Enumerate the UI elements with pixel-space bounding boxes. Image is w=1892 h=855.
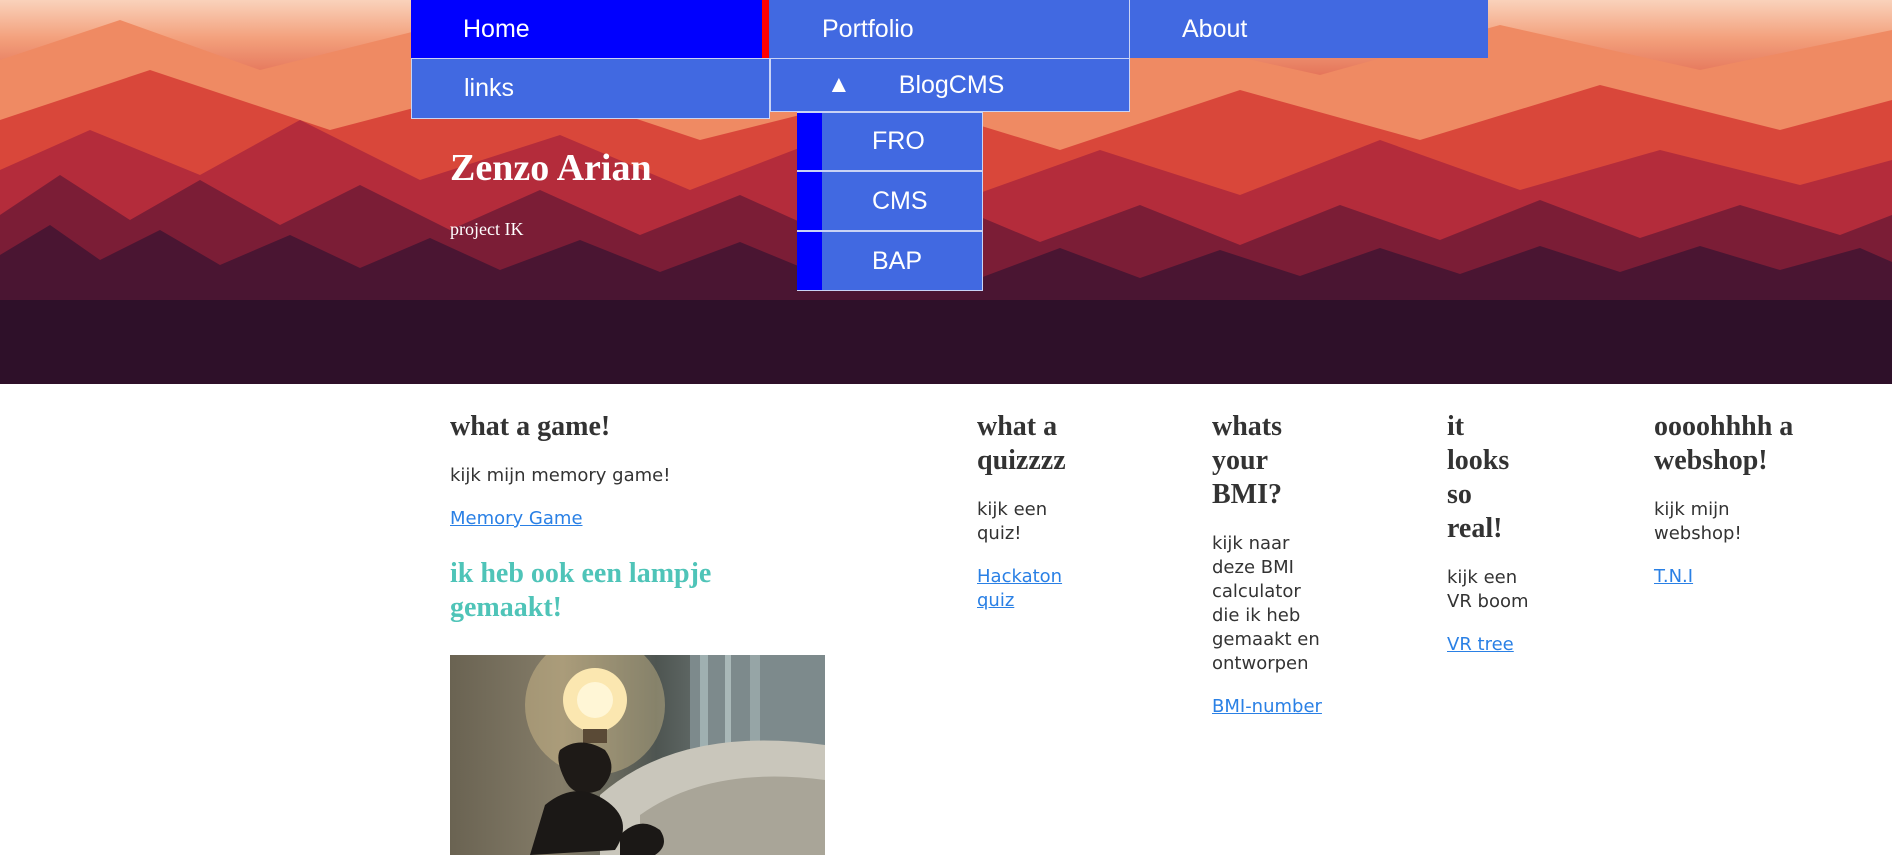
section-text: kijk een VR boom [1447,567,1529,612]
nav-portfolio-label: Portfolio [822,14,914,43]
caret-up-icon: ▲ [827,71,851,98]
nav-about-link[interactable]: About [1130,0,1488,58]
submenu-item-bap[interactable]: BAP [797,231,983,291]
page-subtitle: project IK [450,219,524,239]
nav-home-label: Home [463,14,530,43]
section-text: kijk naar deze BMI calculator die ik heb… [1212,533,1320,674]
section-heading: what a quizzzz [977,411,1066,476]
section-text: kijk mijn webshop! [1654,499,1742,544]
nav-links-link[interactable]: links [411,58,770,119]
nav-home-link[interactable]: Home [411,0,764,58]
submenu-item-label: CMS [872,186,928,215]
section-heading: what a game! [450,411,611,442]
nav-links-label: links [464,74,515,102]
lamp-photo [450,655,825,855]
section-heading: whats your BMI? [1212,411,1283,510]
lamp-heading: ik heb ook een lampje gemaakt! [450,558,712,623]
memory-game-link[interactable]: Memory Game [450,507,830,531]
section-webshop: oooohhhh a webshop! kijk mijn webshop! T… [1654,410,1814,589]
submenu-item-label: FRO [872,127,925,155]
section-text: kijk mijn memory game! [450,465,671,486]
submenu-item-cms[interactable]: CMS [797,171,983,231]
nav-blogcms-label: BlogCMS [898,70,1005,99]
submenu-accent-bar [797,113,822,170]
submenu-item-fro[interactable]: FRO [797,112,983,171]
section-vr: it looks so real! kijk een VR boom VR tr… [1447,410,1532,657]
tni-link[interactable]: T.N.I [1654,565,1814,589]
submenu-item-label: BAP [872,246,923,275]
section-bmi: whats your BMI? kijk naar deze BMI calcu… [1212,410,1322,719]
section-memory-game: what a game! kijk mijn memory game! Memo… [450,410,830,645]
submenu-accent-bar [797,172,822,230]
nav-portfolio-link[interactable]: Portfolio [769,0,1130,58]
lamp-image-illustration [525,655,825,855]
bmi-number-link[interactable]: BMI-number [1212,695,1322,719]
hackaton-quiz-link[interactable]: Hackaton quiz [977,565,1087,613]
submenu-accent-bar [797,232,822,290]
section-text: kijk een quiz! [977,499,1048,544]
section-heading: oooohhhh a webshop! [1654,411,1794,476]
section-quiz: what a quizzzz kijk een quiz! Hackaton q… [977,410,1087,613]
section-heading: it looks so real! [1447,411,1510,544]
nav-blogcms-dropdown[interactable]: ▲ BlogCMS [770,58,1130,112]
nav-about-label: About [1182,14,1248,43]
vr-tree-link[interactable]: VR tree [1447,633,1532,657]
page-title: Zenzo Arian [450,147,652,189]
